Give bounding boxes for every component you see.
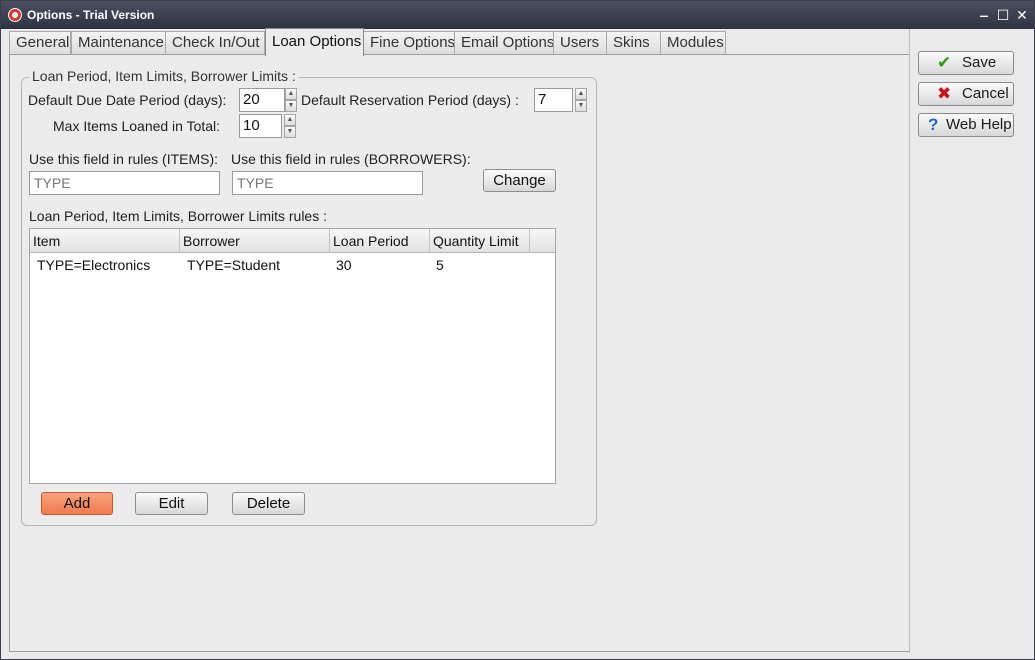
max-items-label: Max Items Loaned in Total: — [53, 118, 221, 134]
change-button[interactable]: Change — [483, 169, 556, 192]
question-mark-icon: ? — [928, 115, 939, 134]
save-label: Save — [962, 54, 997, 71]
tab-modules[interactable]: Modules — [660, 31, 726, 55]
due-date-label: Default Due Date Period (days): — [28, 92, 227, 108]
borrowers-field-input[interactable]: TYPE — [232, 171, 423, 195]
tab-users[interactable]: Users — [553, 31, 608, 55]
tab-skins[interactable]: Skins — [606, 31, 663, 55]
cell-loan-period: 30 — [336, 257, 352, 273]
tab-maintenance[interactable]: Maintenance — [71, 31, 171, 55]
table-header: Item Borrower Loan Period Quantity Limit — [30, 229, 555, 253]
rules-label: Loan Period, Item Limits, Borrower Limit… — [29, 208, 327, 224]
due-date-input[interactable]: 20 — [239, 88, 285, 112]
cell-quantity-limit: 5 — [436, 257, 444, 273]
close-button[interactable]: ✕ — [1013, 6, 1031, 24]
check-icon: ✔ — [937, 53, 952, 72]
spin-down-icon[interactable]: ▼ — [285, 100, 297, 112]
title-bar[interactable]: Options - Trial Version ‒ ☐ ✕ — [1, 1, 1034, 29]
cancel-label: Cancel — [962, 85, 1009, 102]
tab-check-in-out[interactable]: Check In/Out — [165, 31, 265, 55]
save-button[interactable]: ✔ Save — [918, 51, 1014, 75]
max-items-spinner[interactable]: ▲ ▼ — [284, 114, 296, 138]
column-header-item[interactable]: Item — [30, 229, 180, 253]
cancel-button[interactable]: ✖ Cancel — [918, 82, 1014, 106]
rules-table[interactable]: Item Borrower Loan Period Quantity Limit… — [29, 228, 556, 484]
x-icon: ✖ — [937, 84, 952, 103]
spin-up-icon[interactable]: ▲ — [575, 88, 587, 100]
column-header-quantity-limit[interactable]: Quantity Limit — [430, 229, 530, 253]
due-date-spinner[interactable]: ▲ ▼ — [285, 88, 297, 112]
group-legend: Loan Period, Item Limits, Borrower Limit… — [29, 68, 299, 84]
app-logo-icon — [8, 8, 22, 22]
options-window: Options - Trial Version ‒ ☐ ✕ General Ma… — [0, 0, 1035, 660]
window-title: Options - Trial Version — [27, 8, 155, 22]
max-items-input[interactable]: 10 — [239, 114, 282, 138]
edit-rule-button[interactable]: Edit — [135, 492, 208, 515]
borrowers-field-label: Use this field in rules (BORROWERS): — [231, 151, 471, 167]
tab-fine-options[interactable]: Fine Options — [363, 31, 455, 55]
items-field-label: Use this field in rules (ITEMS): — [29, 151, 219, 167]
reservation-label: Default Reservation Period (days) : — [301, 92, 519, 108]
cell-borrower: TYPE=Student — [187, 257, 281, 273]
column-header-borrower[interactable]: Borrower — [180, 229, 330, 253]
web-help-label: Web Help — [946, 116, 1012, 133]
spin-up-icon[interactable]: ▲ — [284, 114, 296, 126]
spin-down-icon[interactable]: ▼ — [575, 100, 587, 112]
sidebar-divider — [909, 29, 910, 653]
reservation-spinner[interactable]: ▲ ▼ — [575, 88, 587, 112]
add-rule-button[interactable]: Add — [41, 492, 113, 515]
delete-rule-button[interactable]: Delete — [232, 492, 305, 515]
web-help-button[interactable]: ? Web Help — [918, 113, 1014, 137]
items-field-input[interactable]: TYPE — [29, 171, 220, 195]
maximize-button[interactable]: ☐ — [994, 6, 1012, 24]
tab-email-options[interactable]: Email Options — [454, 31, 555, 55]
table-row[interactable]: TYPE=Electronics TYPE=Student 30 5 — [30, 253, 555, 277]
column-header-loan-period[interactable]: Loan Period — [330, 229, 430, 253]
reservation-input[interactable]: 7 — [534, 88, 573, 112]
spin-up-icon[interactable]: ▲ — [285, 88, 297, 100]
cell-item: TYPE=Electronics — [37, 257, 151, 273]
spin-down-icon[interactable]: ▼ — [284, 126, 296, 138]
minimize-button[interactable]: ‒ — [975, 6, 993, 24]
tab-loan-options[interactable]: Loan Options — [265, 28, 364, 56]
tab-general[interactable]: General — [9, 31, 71, 55]
